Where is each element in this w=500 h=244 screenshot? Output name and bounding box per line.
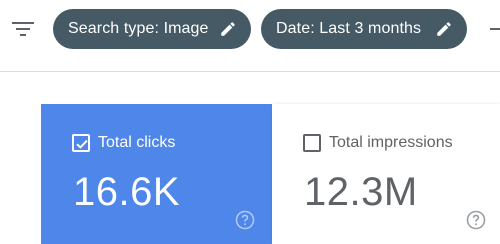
pencil-icon[interactable]: [435, 20, 453, 38]
total-clicks-toggle[interactable]: Total clicks: [72, 134, 175, 152]
filter-list-icon[interactable]: [11, 19, 35, 39]
search-type-filter-chip[interactable]: Search type: Image: [53, 9, 251, 49]
help-circle-icon[interactable]: [235, 210, 255, 230]
total-clicks-value: 16.6K: [73, 170, 181, 214]
checkbox-unchecked-icon[interactable]: [303, 134, 321, 152]
total-clicks-label: Total clicks: [98, 134, 176, 151]
total-clicks-card[interactable]: Total clicks 16.6K: [41, 104, 272, 244]
total-impressions-value: 12.3M: [304, 170, 418, 214]
filter-bar: Search type: Image Date: Last 3 months: [0, 0, 500, 72]
checkbox-checked-icon[interactable]: [72, 134, 90, 152]
chip-label: Search type: Image: [68, 20, 209, 37]
pencil-icon[interactable]: [219, 20, 237, 38]
add-filter-icon[interactable]: [490, 28, 500, 30]
date-filter-chip[interactable]: Date: Last 3 months: [261, 9, 467, 49]
total-impressions-label: Total impressions: [329, 134, 453, 151]
chip-label: Date: Last 3 months: [276, 20, 422, 37]
total-impressions-toggle[interactable]: Total impressions: [303, 134, 453, 152]
total-impressions-card[interactable]: Total impressions 12.3M: [272, 104, 500, 244]
search-console-performance-header: Search type: Image Date: Last 3 months T…: [0, 0, 500, 244]
help-circle-icon[interactable]: [466, 210, 486, 230]
